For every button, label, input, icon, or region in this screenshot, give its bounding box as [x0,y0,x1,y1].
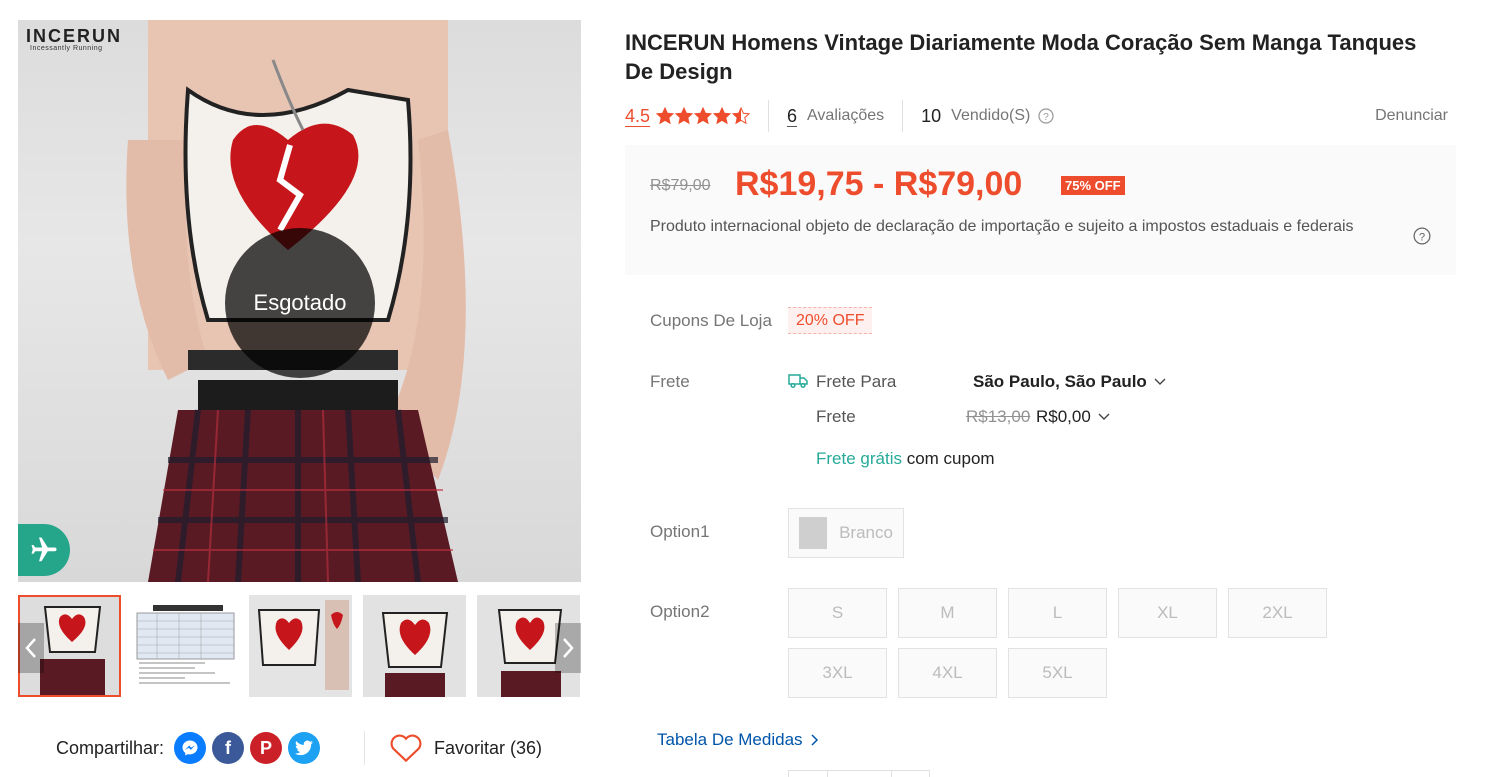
discount-badge: 75% OFF [1061,176,1125,195]
size-chart-link[interactable]: Tabela De Medidas [657,730,819,750]
size-3xl[interactable]: 3XL [788,648,887,698]
freight-original: R$13,00 [966,407,1031,426]
size-chart-label: Tabela De Medidas [657,730,803,749]
thumbnail-2[interactable] [135,595,238,697]
free-shipping-rest: com cupom [901,449,995,468]
size-2xl[interactable]: 2XL [1228,588,1327,638]
coupons-label: Cupons De Loja [650,311,772,330]
sold-count: 10 [921,106,942,126]
chevron-right-icon [563,638,574,658]
ship-to-selector[interactable]: São Paulo, São Paulo [973,372,1167,392]
brand-logo: INCERUN [26,26,123,46]
ship-to-label: Frete Para [816,372,897,391]
product-title: INCERUN Homens Vintage Diariamente Moda … [625,30,1417,84]
share-label: Compartilhar: [56,737,165,758]
shipping-label: Frete [650,372,690,391]
freight-label: Frete [816,407,856,426]
size-m[interactable]: M [898,588,997,638]
size-5xl[interactable]: 5XL [1008,648,1107,698]
twitter-icon[interactable] [288,732,321,764]
plane-icon [18,524,70,576]
svg-text:?: ? [1044,112,1050,123]
truck-icon [788,373,808,394]
chevron-right-icon [811,734,818,746]
messenger-icon[interactable] [174,732,207,764]
facebook-icon[interactable]: f [212,732,245,764]
size-4xl[interactable]: 4XL [898,648,997,698]
quantity-stepper[interactable] [788,770,930,777]
star-icon [656,107,751,125]
rating-row: 4.5 6 Avaliações 10 Vendido(S) ? Denunci… [625,100,1448,132]
meta-divider [902,100,904,132]
pinterest-icon[interactable]: P [250,732,283,764]
thumbnail-prev-button[interactable] [18,623,44,673]
sold-label: Vendido(S) [951,107,1031,124]
chevron-left-icon [25,638,36,658]
freight-value: R$0,00 [1036,407,1091,426]
ship-to-value: São Paulo, São Paulo [973,372,1147,391]
chevron-down-icon [1154,378,1166,385]
help-icon[interactable]: ? [1413,227,1431,250]
current-price: R$19,75 - R$79,00 [735,165,1023,203]
favorite-label: Favoritar (36) [434,737,543,758]
rating-value[interactable]: 4.5 [625,106,651,127]
svg-text:?: ? [1419,232,1425,244]
main-product-image[interactable]: INCERUN Incessantly Running Esgotado [18,20,581,582]
freight-selector[interactable]: R$0,00 [1036,407,1111,427]
share-divider [364,731,365,765]
heart-icon [390,734,422,762]
meta-divider [768,100,770,132]
size-xl[interactable]: XL [1118,588,1217,638]
favorite-button[interactable]: Favoritar (36) [390,730,542,766]
option1-branco[interactable]: Branco [788,508,904,558]
coupon-tag[interactable]: 20% OFF [788,307,873,334]
reviews-count[interactable]: 6 [787,106,798,127]
share-row: Compartilhar: f P [56,730,321,766]
price-box: R$79,00 R$19,75 - R$79,00 75% OFF Produt… [625,145,1456,275]
reviews-label: Avaliações [807,107,885,124]
rating-stars [656,107,751,125]
report-link[interactable]: Denunciar [1375,107,1448,125]
option1-label: Option1 [650,522,710,541]
brand-tagline: Incessantly Running [30,45,103,52]
soldout-overlay: Esgotado [225,228,375,378]
import-note: Produto internacional objeto de declaraç… [650,218,1354,235]
thumbnail-strip [18,595,581,697]
chevron-down-icon [1098,413,1110,420]
size-l[interactable]: L [1008,588,1107,638]
thumbnail-3[interactable] [249,595,352,697]
size-s[interactable]: S [788,588,887,638]
option-thumbnail [799,517,828,549]
thumbnail-4[interactable] [363,595,466,697]
option-label: Branco [839,523,893,542]
original-price: R$79,00 [650,177,711,194]
thumbnail-next-button[interactable] [555,623,581,673]
option2-label: Option2 [650,602,710,621]
free-shipping-note: Frete grátis com cupom [816,449,995,469]
free-shipping-highlight: Frete grátis [816,449,902,468]
help-icon[interactable]: ? [1038,108,1054,124]
